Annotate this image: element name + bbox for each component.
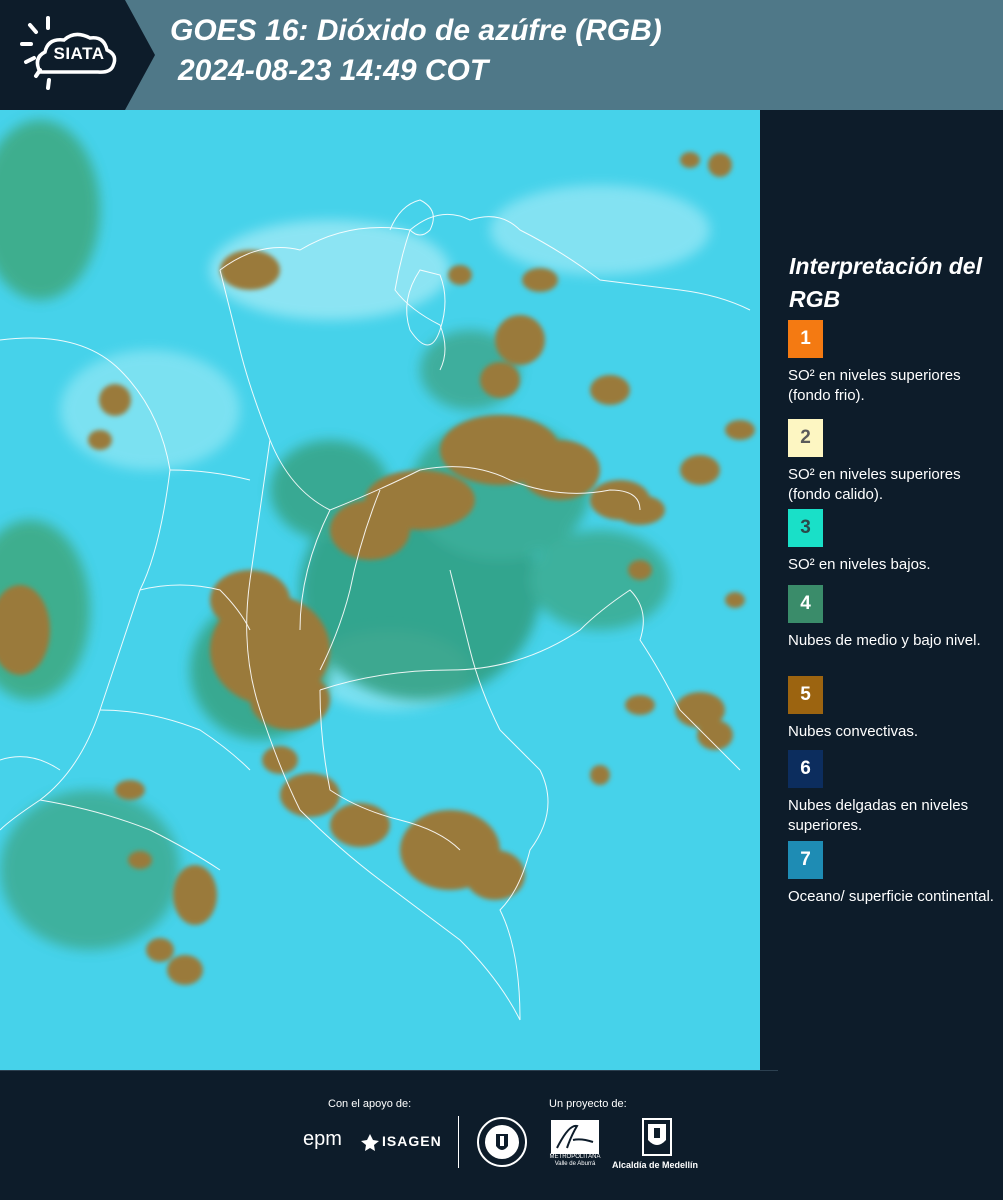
area-metropolitana-label: METROPOLITANA Valle de Aburrá <box>549 1154 601 1167</box>
legend-swatch-5: 5 <box>788 676 823 714</box>
legend-item-7: 7 Oceano/ superficie continental. <box>788 841 1000 907</box>
page-timestamp: 2024-08-23 14:49 COT <box>178 54 489 87</box>
isagen-icon <box>361 1134 379 1151</box>
legend-label-2: SO² en niveles superiores (fondo calido)… <box>788 466 961 503</box>
footer-vertical-divider <box>458 1116 459 1168</box>
legend-swatch-7: 7 <box>788 841 823 879</box>
support-label: Con el apoyo de: <box>328 1098 412 1110</box>
legend-label-1: SO² en niveles superiores (fondo frio). <box>788 367 961 404</box>
legend-swatch-3: 3 <box>788 509 823 547</box>
footer-divider <box>0 1070 778 1071</box>
legend-label-7: Oceano/ superficie continental. <box>788 888 994 905</box>
legend-swatch-4: 4 <box>788 585 823 623</box>
legend-swatch-6: 6 <box>788 750 823 788</box>
legend-label-3: SO² en niveles bajos. <box>788 556 931 573</box>
legend-swatch-1: 1 <box>788 320 823 358</box>
alcaldia-crest-icon[interactable] <box>642 1118 672 1156</box>
legend-item-6: 6 Nubes delgadas en niveles superiores. <box>788 750 1000 836</box>
alcaldia-label: Alcaldía de Medellín <box>612 1160 699 1170</box>
isagen-logo[interactable]: ISAGEN <box>382 1133 442 1149</box>
map-svg <box>0 110 760 1070</box>
footer: Con el apoyo de: Un proyecto de: epm ISA… <box>0 1070 1003 1200</box>
legend-item-3: 3 SO² en niveles bajos. <box>788 509 1000 575</box>
medellin-seal-icon[interactable] <box>476 1116 528 1168</box>
area-metropolitana-logo-icon[interactable] <box>551 1120 599 1154</box>
legend-item-2: 2 SO² en niveles superiores (fondo calid… <box>788 419 1000 505</box>
legend-label-6: Nubes delgadas en niveles superiores. <box>788 797 969 834</box>
epm-logo[interactable]: epm <box>303 1128 342 1151</box>
logo-text: SIATA <box>53 44 105 63</box>
legend-title: Interpretación del RGB <box>789 253 982 312</box>
legend-item-1: 1 SO² en niveles superiores (fondo frio)… <box>788 320 1000 406</box>
legend-label-5: Nubes convectivas. <box>788 723 919 740</box>
legend-item-5: 5 Nubes convectivas. <box>788 676 1000 742</box>
satellite-map[interactable] <box>0 110 760 1070</box>
page-title: GOES 16: Dióxido de azúfre (RGB) <box>170 14 662 47</box>
legend-swatch-2: 2 <box>788 419 823 457</box>
legend-label-4: Nubes de medio y bajo nivel. <box>788 632 981 649</box>
project-label: Un proyecto de: <box>549 1098 627 1110</box>
header-bar: SIATA GOES 16: Dióxido de azúfre (RGB) 2… <box>0 0 1003 110</box>
siata-logo[interactable]: SIATA <box>0 0 155 110</box>
legend-panel: Interpretación del RGB 1 SO² en niveles … <box>760 110 1003 1070</box>
legend-item-4: 4 Nubes de medio y bajo nivel. <box>788 585 1000 651</box>
